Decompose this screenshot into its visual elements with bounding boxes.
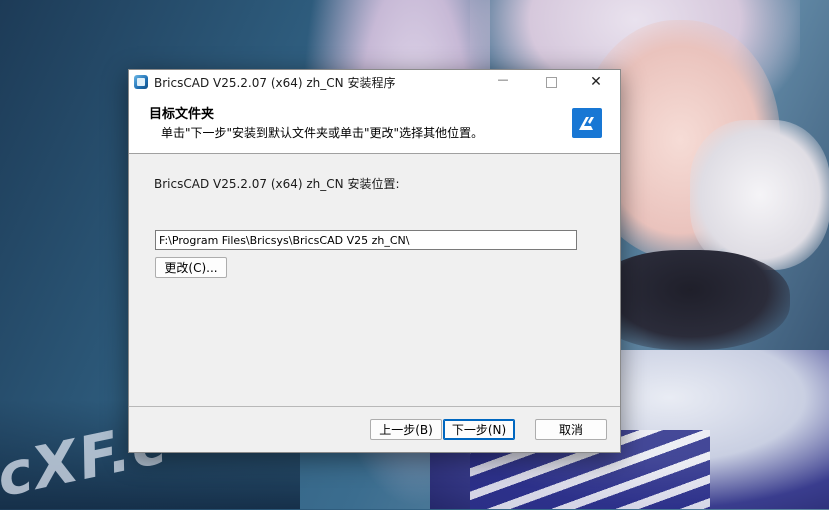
- installer-dialog: BricsCAD V25.2.07 (x64) zh_CN 安装程序 — ✕ 目…: [128, 69, 621, 453]
- dialog-body: BricsCAD V25.2.07 (x64) zh_CN 安装位置: 更改(C…: [129, 154, 620, 406]
- bricscad-logo-icon: [572, 108, 602, 138]
- minimize-icon: —: [497, 72, 509, 86]
- wallpaper-glove: [690, 120, 829, 270]
- page-title: 目标文件夹: [149, 107, 215, 122]
- title-bar[interactable]: BricsCAD V25.2.07 (x64) zh_CN 安装程序 — ✕: [129, 70, 620, 94]
- page-subtitle: 单击"下一步"安装到默认文件夹或单击"更改"选择其他位置。: [161, 126, 484, 140]
- next-button[interactable]: 下一步(N): [443, 419, 515, 440]
- installer-icon: [134, 75, 148, 89]
- close-icon: ✕: [590, 74, 602, 90]
- change-button[interactable]: 更改(C)...: [155, 257, 227, 278]
- close-button[interactable]: ✕: [575, 70, 617, 94]
- cancel-button[interactable]: 取消: [535, 419, 607, 440]
- footer-divider: [129, 406, 620, 407]
- install-location-label: BricsCAD V25.2.07 (x64) zh_CN 安装位置:: [154, 177, 400, 191]
- back-button[interactable]: 上一步(B): [370, 419, 442, 440]
- minimize-button[interactable]: —: [482, 67, 524, 91]
- window-title: BricsCAD V25.2.07 (x64) zh_CN 安装程序: [154, 75, 396, 90]
- maximize-button: [530, 70, 572, 94]
- dialog-header: 目标文件夹 单击"下一步"安装到默认文件夹或单击"更改"选择其他位置。: [129, 94, 620, 154]
- maximize-icon: [545, 76, 557, 88]
- install-path-field[interactable]: [155, 230, 577, 250]
